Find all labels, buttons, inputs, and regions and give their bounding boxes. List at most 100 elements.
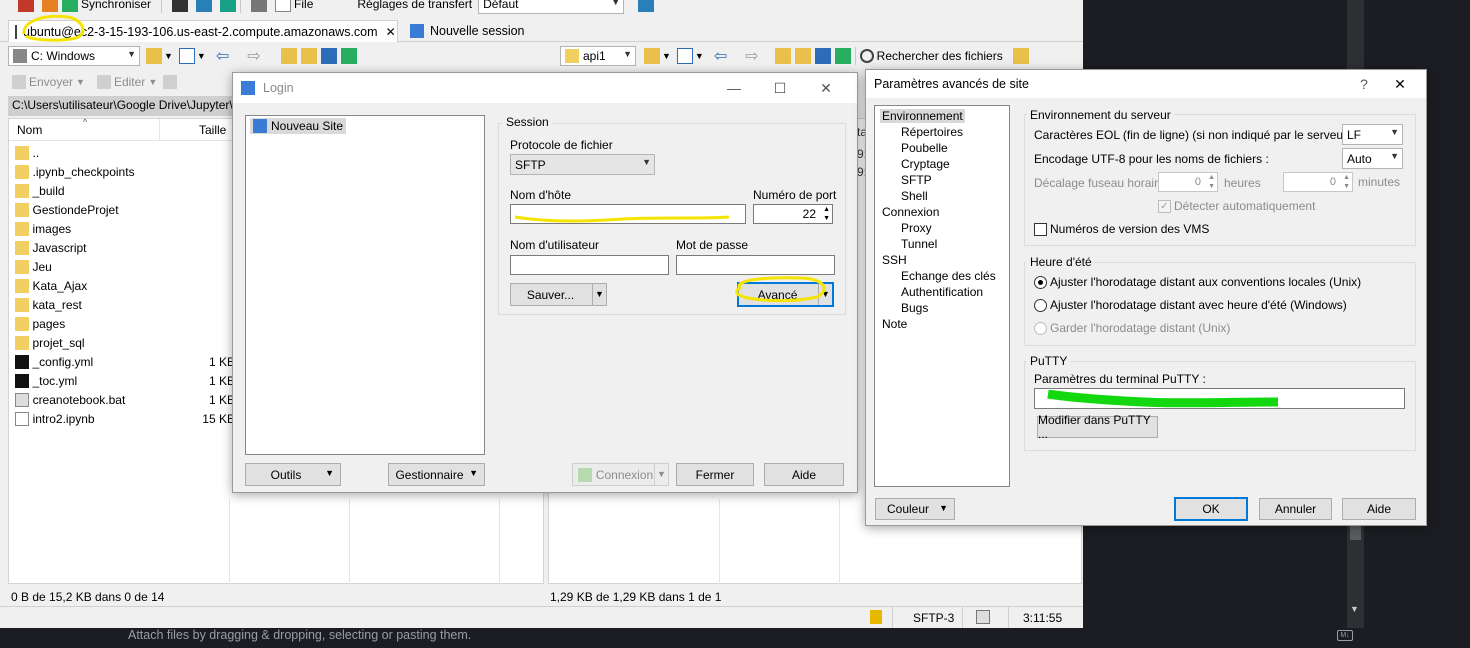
root-folder-icon[interactable] <box>300 48 317 64</box>
tree-item[interactable]: Bugs <box>899 301 930 315</box>
file-row[interactable]: _toc.yml 1 KB <box>15 371 235 390</box>
local-icon[interactable] <box>18 0 34 12</box>
tree-item[interactable]: Note <box>880 317 909 331</box>
chevron-down-icon[interactable]: ▼ <box>1350 604 1359 614</box>
file-row[interactable]: Jeu <box>15 257 235 276</box>
column-name[interactable]: Nom <box>17 123 42 137</box>
scrollbar-thumb[interactable] <box>1350 526 1361 540</box>
left-path-bar[interactable]: C:\Users\utilisateur\Google Drive\Jupyte… <box>8 96 234 116</box>
parent-folder-icon[interactable] <box>280 48 297 64</box>
chevron-down-icon[interactable]: ▼ <box>662 51 671 61</box>
dst-option-windows[interactable]: Ajuster l'horodatage distant avec heure … <box>1034 298 1347 313</box>
root-folder-icon[interactable] <box>794 48 811 64</box>
file-row[interactable]: creanotebook.bat 1 KB <box>15 390 235 409</box>
help-button[interactable]: Aide <box>764 463 844 486</box>
putty-icon[interactable] <box>196 0 213 12</box>
edit-in-putty-button[interactable]: Modifier dans PuTTY ... <box>1037 413 1158 441</box>
dst-option-keep[interactable]: Garder l'horodatage distant (Unix) <box>1034 321 1230 336</box>
hours-input[interactable]: 0 ▲ ▼ <box>1158 172 1218 192</box>
utf8-select[interactable]: Auto ▼ <box>1342 148 1403 169</box>
remote-folder-select[interactable]: api1 ▼ <box>560 46 636 66</box>
delete-icon[interactable] <box>163 75 178 89</box>
tree-item[interactable]: Environnement <box>880 109 965 123</box>
password-input[interactable] <box>676 255 835 275</box>
refresh-icon[interactable] <box>834 48 851 64</box>
file-row[interactable]: projet_sql <box>15 333 235 352</box>
forward-arrow-icon[interactable]: ⇨ <box>247 46 260 66</box>
spin-arrows-icon[interactable]: ▲ ▼ <box>1343 173 1350 191</box>
save-button[interactable]: Sauver... ▼ <box>510 283 607 306</box>
dst-option-unix[interactable]: Ajuster l'horodatage distant aux convent… <box>1034 275 1361 290</box>
filter-icon[interactable] <box>676 48 693 64</box>
file-row[interactable]: images <box>15 219 235 238</box>
file-row[interactable]: .. <box>15 143 235 162</box>
file-row[interactable]: GestiondeProjet <box>15 200 235 219</box>
drive-select[interactable]: C: Windows ▼ <box>8 46 140 66</box>
file-menu-button[interactable]: File <box>275 0 313 12</box>
transfer-settings-select[interactable]: Défaut ▼ <box>478 0 625 14</box>
terminal-icon[interactable] <box>172 0 189 12</box>
manager-button[interactable]: Gestionnaire ▼ <box>388 463 485 486</box>
parent-folder-icon[interactable] <box>774 48 791 64</box>
auto-detect-checkbox[interactable]: ✓ Détecter automatiquement <box>1158 199 1315 214</box>
close-icon[interactable]: ✕ <box>386 25 396 39</box>
refresh-icon[interactable] <box>340 48 357 64</box>
tree-item[interactable]: Poubelle <box>899 141 950 155</box>
tree-item[interactable]: Shell <box>899 189 930 203</box>
file-row[interactable]: Javascript <box>15 238 235 257</box>
home-icon[interactable] <box>814 48 831 64</box>
column-size[interactable]: Taille <box>199 123 226 137</box>
protocol-select[interactable]: SFTP ▼ <box>510 154 655 175</box>
close-button[interactable]: Fermer <box>676 463 754 486</box>
filter-icon[interactable] <box>178 48 195 64</box>
file-row[interactable]: intro2.ipynb 15 KB <box>15 409 235 428</box>
queue-icon[interactable] <box>42 0 58 12</box>
chevron-down-icon[interactable]: ▼ <box>164 51 173 61</box>
close-icon[interactable]: ✕ <box>1382 69 1418 99</box>
open-folder-icon[interactable] <box>644 48 660 64</box>
ok-button[interactable]: OK <box>1174 497 1248 521</box>
file-row[interactable]: pages <box>15 314 235 333</box>
color-button[interactable]: Couleur ▼ <box>875 498 955 520</box>
file-row[interactable]: _build <box>15 181 235 200</box>
help-icon[interactable]: ? <box>1346 69 1382 99</box>
cancel-button[interactable]: Annuler <box>1259 498 1332 520</box>
help-button[interactable]: Aide <box>1342 498 1416 520</box>
site-tree[interactable]: Nouveau Site <box>245 115 485 455</box>
connect-button[interactable]: Connexion ▼ <box>572 463 669 486</box>
chevron-down-icon[interactable]: ▼ <box>695 51 704 61</box>
spin-arrows-icon[interactable]: ▲ ▼ <box>1208 173 1215 191</box>
home-icon[interactable] <box>320 48 337 64</box>
eol-select[interactable]: LF ▼ <box>1342 124 1403 145</box>
tree-item[interactable]: Répertoires <box>899 125 965 139</box>
chevron-down-icon[interactable]: ▼ <box>197 51 206 61</box>
tree-item[interactable]: Echange des clés <box>899 269 998 283</box>
site-item-new[interactable]: Nouveau Site <box>250 118 347 134</box>
port-input[interactable]: 22 ▲ ▼ <box>753 204 833 224</box>
edit-button[interactable]: Editer ▼ <box>96 75 157 89</box>
tree-item[interactable]: SFTP <box>899 173 934 187</box>
search-files-button[interactable]: Rechercher des fichiers <box>859 49 1003 63</box>
upload-button[interactable]: Envoyer ▼ <box>12 75 85 89</box>
tree-item[interactable]: Authentification <box>899 285 985 299</box>
gear-icon[interactable] <box>251 0 268 12</box>
chevron-down-icon[interactable]: ▼ <box>592 284 606 305</box>
globe-icon[interactable] <box>638 0 655 12</box>
file-row[interactable]: .ipynb_checkpoints <box>15 162 235 181</box>
minimize-icon[interactable]: — <box>711 73 757 103</box>
back-arrow-icon[interactable]: ⇦ <box>216 46 229 66</box>
spin-arrows-icon[interactable]: ▲ ▼ <box>823 205 830 223</box>
forward-arrow-icon[interactable]: ⇨ <box>745 46 758 66</box>
tree-item[interactable]: Proxy <box>899 221 934 235</box>
tree-item[interactable]: Tunnel <box>899 237 939 251</box>
tree-icon[interactable] <box>1012 48 1029 64</box>
maximize-icon[interactable]: ☐ <box>757 73 803 103</box>
back-arrow-icon[interactable]: ⇦ <box>714 46 727 66</box>
tree-item[interactable]: SSH <box>880 253 909 267</box>
file-row[interactable]: Kata_Ajax <box>15 276 235 295</box>
tools-button[interactable]: Outils ▼ <box>245 463 341 486</box>
tree-item[interactable]: Connexion <box>880 205 941 219</box>
tab-new-session[interactable]: Nouvelle session <box>404 20 531 42</box>
tree-item[interactable]: Cryptage <box>899 157 952 171</box>
file-row[interactable]: kata_rest <box>15 295 235 314</box>
